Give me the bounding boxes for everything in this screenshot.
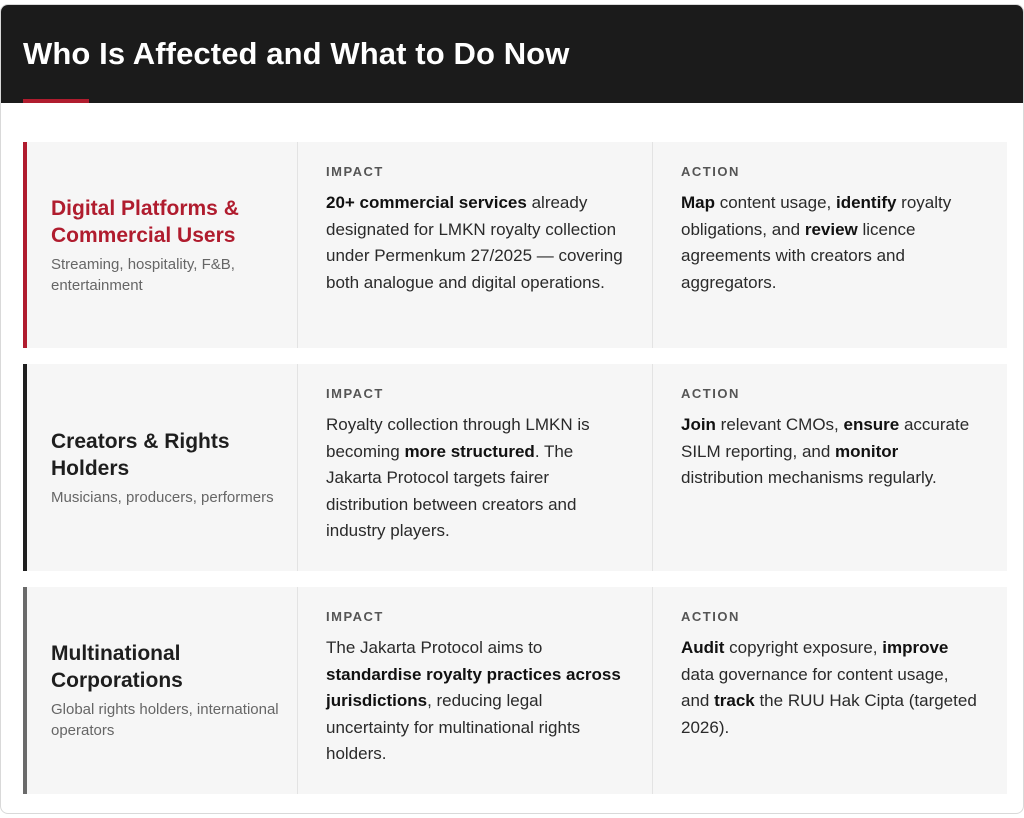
- page-title: Who Is Affected and What to Do Now: [23, 36, 570, 71]
- who-cell: Creators & Rights Holders Musicians, pro…: [23, 364, 298, 571]
- impact-cell: IMPACT The Jakarta Protocol aims to stan…: [298, 587, 653, 794]
- group-name: Creators & Rights Holders: [51, 429, 230, 480]
- row-multinationals: Multinational Corporations Global rights…: [23, 587, 1007, 794]
- row-creators: Creators & Rights Holders Musicians, pro…: [23, 364, 1007, 571]
- affected-card: Who Is Affected and What to Do Now Digit…: [0, 4, 1024, 814]
- group-name: Digital Platforms & Commercial Users: [51, 196, 239, 247]
- action-text: Audit copyright exposure, improve data g…: [681, 635, 979, 741]
- emphasis-text: 20+ commercial services: [326, 193, 527, 212]
- action-text: Join relevant CMOs, ensure accurate SILM…: [681, 412, 979, 492]
- who-cell: Digital Platforms & Commercial Users Str…: [23, 142, 298, 348]
- body-text: copyright exposure,: [724, 638, 883, 657]
- emphasis-text: more structured: [404, 441, 535, 461]
- row-accent-bar: [23, 364, 27, 571]
- emphasis-text: review: [804, 219, 858, 239]
- body-text: The Jakarta Protocol aims to: [326, 638, 543, 657]
- emphasis-text: improve: [882, 638, 949, 657]
- row-digital-platforms: Digital Platforms & Commercial Users Str…: [23, 142, 1007, 348]
- impact-label: IMPACT: [326, 609, 384, 624]
- rows-list: Digital Platforms & Commercial Users Str…: [23, 142, 1007, 810]
- impact-label: IMPACT: [326, 164, 384, 179]
- action-cell: ACTION Map content usage, identify royal…: [653, 142, 1007, 348]
- impact-text: 20+ commercial services already designat…: [326, 190, 624, 296]
- group-description: Global rights holders, international ope…: [51, 701, 279, 739]
- header: Who Is Affected and What to Do Now: [1, 5, 1023, 103]
- action-text: Map content usage, identify royalty obli…: [681, 190, 979, 296]
- emphasis-text: identify: [835, 193, 897, 212]
- impact-label: IMPACT: [326, 386, 384, 401]
- emphasis-text: track: [714, 691, 755, 710]
- impact-text: Royalty collection through LMKN is becom…: [326, 412, 624, 545]
- emphasis-text: Audit: [681, 638, 725, 657]
- impact-cell: IMPACT Royalty collection through LMKN i…: [298, 364, 653, 571]
- emphasis-text: Map: [681, 193, 715, 212]
- action-label: ACTION: [681, 164, 740, 179]
- body-text: distribution mechanisms regularly.: [681, 468, 937, 487]
- body-text: content usage,: [715, 193, 836, 212]
- row-accent-bar: [23, 142, 27, 348]
- group-description: Musicians, producers, performers: [51, 488, 274, 506]
- group-description: Streaming, hospitality, F&B, entertainme…: [51, 255, 235, 294]
- emphasis-text: monitor: [835, 441, 899, 461]
- row-accent-bar: [23, 587, 27, 794]
- action-label: ACTION: [681, 609, 740, 624]
- impact-cell: IMPACT 20+ commercial services already d…: [298, 142, 653, 348]
- action-label: ACTION: [681, 386, 740, 401]
- emphasis-text: Join: [681, 415, 716, 434]
- emphasis-text: ensure: [843, 415, 900, 434]
- title-accent-bar: [23, 99, 89, 103]
- group-name: Multinational Corporations: [51, 642, 183, 692]
- action-cell: ACTION Audit copyright exposure, improve…: [653, 587, 1007, 794]
- who-cell: Multinational Corporations Global rights…: [23, 587, 298, 794]
- impact-text: The Jakarta Protocol aims to standardise…: [326, 635, 624, 768]
- body-text: relevant CMOs,: [715, 415, 844, 434]
- action-cell: ACTION Join relevant CMOs, ensure accura…: [653, 364, 1007, 571]
